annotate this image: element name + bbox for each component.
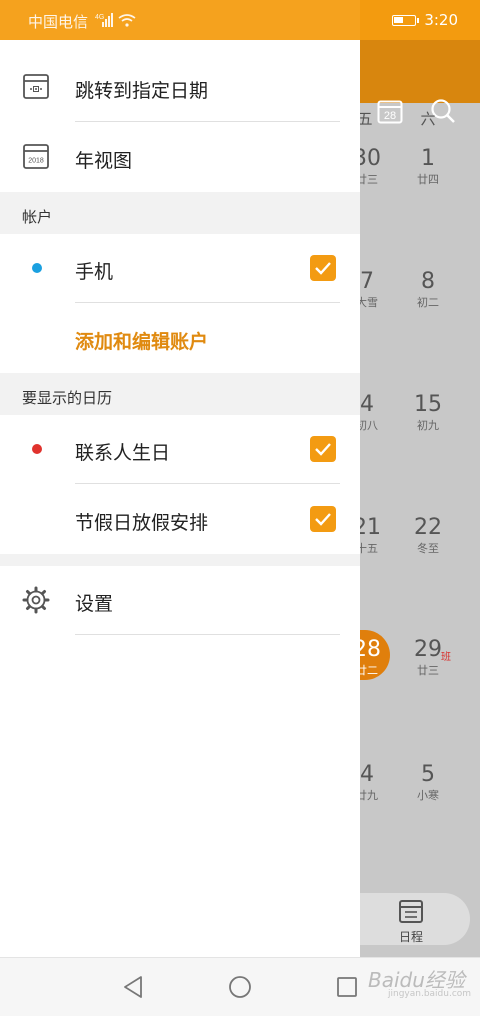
back-icon[interactable]: [122, 975, 144, 1003]
watermark: Baidu经验 jingyan.baidu.com: [368, 964, 471, 999]
svg-text:4G: 4G: [95, 14, 104, 21]
gear-icon: [22, 586, 50, 618]
settings-label: 设置: [75, 593, 114, 615]
day-cell[interactable]: 8 初二: [403, 270, 453, 310]
navigation-drawer: 跳转到指定日期 2018 年视图 帐户 手机 添加和编辑账户 要显示的日历 联系…: [0, 40, 360, 957]
add-edit-accounts-item[interactable]: 添加和编辑账户: [0, 303, 360, 373]
section-header-accounts: 帐户: [0, 192, 360, 234]
workday-badge: 班: [441, 652, 451, 663]
calendar-color-dot: [32, 444, 42, 454]
battery-icon: [392, 14, 420, 26]
calendar-holidays-label: 节假日放假安排: [75, 512, 209, 534]
clock: 3:20: [424, 11, 458, 29]
weekday-label: 六: [420, 110, 436, 128]
calendar-holidays-checkbox[interactable]: [310, 506, 336, 532]
section-title: 要显示的日历: [22, 389, 113, 407]
recents-icon[interactable]: [336, 976, 358, 1002]
section-header-calendars: 要显示的日历: [0, 373, 360, 415]
section-title: 帐户: [22, 208, 53, 226]
add-edit-accounts-link: 添加和编辑账户: [75, 331, 209, 353]
account-color-dot: [32, 263, 42, 273]
calendar-goto-icon: [22, 72, 50, 104]
schedule-tab[interactable]: 日程: [358, 893, 470, 945]
status-right: 3:20: [392, 11, 458, 29]
day-cell[interactable]: 5 小寒: [403, 763, 453, 803]
carrier-label: 中国电信: [28, 13, 89, 31]
spacer: [0, 554, 360, 566]
home-icon[interactable]: [228, 975, 252, 1003]
calendar-birthdays-label: 联系人生日: [75, 442, 171, 464]
year-view-icon: 2018: [22, 142, 50, 174]
schedule-icon: [398, 898, 424, 928]
goto-date-label: 跳转到指定日期: [75, 80, 209, 102]
day-cell[interactable]: 15 初九: [403, 393, 453, 433]
goto-date-item[interactable]: 跳转到指定日期: [0, 52, 360, 122]
year-view-label: 年视图: [75, 150, 133, 172]
day-cell[interactable]: 22 冬至: [403, 516, 453, 556]
watermark-sub: jingyan.baidu.com: [388, 989, 472, 999]
account-phone-label: 手机: [75, 261, 114, 283]
status-bar: 中国电信 4G 3:20: [0, 0, 480, 40]
divider: [75, 634, 340, 635]
schedule-tab-label: 日程: [399, 930, 424, 944]
calendar-birthdays-checkbox[interactable]: [310, 436, 336, 462]
svg-text:2018: 2018: [28, 158, 44, 165]
calendar-birthdays-item[interactable]: 联系人生日: [0, 415, 360, 483]
account-phone-checkbox[interactable]: [310, 255, 336, 281]
account-phone-item[interactable]: 手机: [0, 234, 360, 302]
day-cell[interactable]: 1 廿四: [403, 147, 453, 187]
signal-icon: 4G: [95, 12, 137, 32]
settings-item[interactable]: 设置: [0, 566, 360, 634]
year-view-item[interactable]: 2018 年视图: [0, 122, 360, 192]
calendar-holidays-item[interactable]: 节假日放假安排: [0, 484, 360, 554]
